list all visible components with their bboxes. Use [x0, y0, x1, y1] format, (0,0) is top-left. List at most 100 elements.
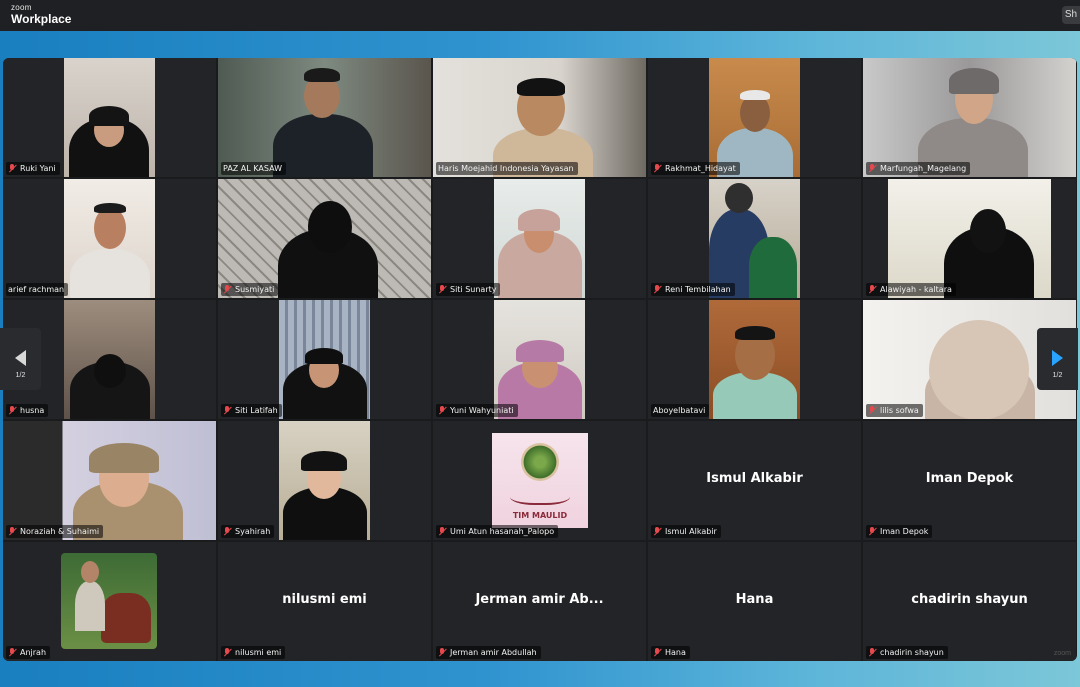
participant-display-name: chadirin shayun: [911, 592, 1028, 607]
muted-mic-icon: [438, 648, 447, 657]
participant-video: [494, 300, 585, 419]
title-bar: zoom Workplace Sh: [0, 0, 1080, 31]
participant-name: Iman Depok: [880, 527, 929, 536]
participant-name-tag: Rakhmat_Hidayat: [651, 162, 740, 175]
participant-tile[interactable]: chadirin shayun chadirin shayun: [863, 542, 1076, 661]
participant-tile[interactable]: Anjrah: [3, 542, 216, 661]
page-indicator: 1/2: [1052, 372, 1063, 379]
participant-tile[interactable]: Aboyelbatavi: [648, 300, 861, 419]
participant-name-tag: arief rachman: [6, 283, 69, 296]
participant-name: Siti Latifah: [235, 406, 278, 415]
participant-tile[interactable]: Iman Depok Iman Depok: [863, 421, 1076, 540]
muted-mic-icon: [868, 164, 877, 173]
participant-name-tag: Yuni Wahyuniati: [436, 404, 518, 417]
participant-video: [494, 179, 585, 298]
participant-video: [218, 179, 431, 298]
next-page-button[interactable]: 1/2: [1037, 328, 1078, 390]
participant-name: Alawiyah - kaltara: [880, 285, 952, 294]
page-indicator: 1/2: [15, 372, 26, 379]
zoom-workplace-logo: zoom Workplace: [11, 3, 72, 26]
participant-video: [279, 421, 370, 540]
participant-tile[interactable]: Yuni Wahyuniati: [433, 300, 646, 419]
previous-page-button[interactable]: 1/2: [0, 328, 41, 390]
participant-tile[interactable]: Haris Moejahid Indonesia Yayasan: [433, 58, 646, 177]
participant-tile[interactable]: Reni Tembilahan: [648, 179, 861, 298]
participant-tile[interactable]: Susmiyati: [218, 179, 431, 298]
muted-mic-icon: [223, 285, 232, 294]
participant-video: [279, 300, 370, 419]
participant-tile[interactable]: Rakhmat_Hidayat: [648, 58, 861, 177]
chevron-left-icon: [15, 350, 26, 366]
participant-name: Reni Tembilahan: [665, 285, 731, 294]
participant-name-tag: Iman Depok: [866, 525, 933, 538]
participant-tile[interactable]: Alawiyah - kaltara: [863, 179, 1076, 298]
participant-tile[interactable]: TIM MAULID Umi Atun hasanah_Palopo: [433, 421, 646, 540]
participant-name-tag: Siti Latifah: [221, 404, 282, 417]
participant-video: [64, 179, 155, 298]
participant-name-tag: Marfungah_Magelang: [866, 162, 971, 175]
participant-name: PAZ AL KASAW: [223, 164, 283, 173]
participant-name: arief rachman: [8, 285, 65, 294]
participant-tile[interactable]: Syahirah: [218, 421, 431, 540]
logo-small-text: zoom: [11, 3, 32, 12]
muted-mic-icon: [653, 648, 662, 657]
participant-name: Rakhmat_Hidayat: [665, 164, 736, 173]
participant-name: nilusmi emi: [235, 648, 282, 657]
participant-name-tag: Anjrah: [6, 646, 51, 659]
participant-name-tag: husna: [6, 404, 49, 417]
participant-name-tag: Alawiyah - kaltara: [866, 283, 956, 296]
arabic-calligraphy-icon: [510, 485, 570, 505]
muted-mic-icon: [438, 527, 447, 536]
muted-mic-icon: [223, 648, 232, 657]
participant-tile[interactable]: nilusmi emi nilusmi emi: [218, 542, 431, 661]
participant-name: Ismul Alkabir: [665, 527, 717, 536]
chevron-right-icon: [1052, 350, 1063, 366]
participant-name-tag: Susmiyati: [221, 283, 279, 296]
participant-tile[interactable]: arief rachman: [3, 179, 216, 298]
muted-mic-icon: [8, 164, 17, 173]
participant-name: Aboyelbatavi: [653, 406, 706, 415]
participant-name-tag: Hana: [651, 646, 690, 659]
participant-name: Yuni Wahyuniati: [450, 406, 514, 415]
participant-video: [218, 58, 431, 177]
participant-tile-active-speaker[interactable]: PAZ AL KASAW: [218, 58, 431, 177]
participant-name: Noraziah & Suhaimi: [20, 527, 100, 536]
participant-name-tag: Umi Atun hasanah_Palopo: [436, 525, 559, 538]
logo-big-text: Workplace: [11, 12, 72, 26]
participant-name: chadirin shayun: [880, 648, 944, 657]
participant-name: Anjrah: [20, 648, 47, 657]
participant-name: Haris Moejahid Indonesia Yayasan: [438, 164, 574, 173]
participant-name: Ruki Yani: [20, 164, 56, 173]
participant-name-tag: Noraziah & Suhaimi: [6, 525, 104, 538]
participant-tile[interactable]: Ruki Yani: [3, 58, 216, 177]
participant-tile[interactable]: Marfungah_Magelang: [863, 58, 1076, 177]
participant-profile-picture: TIM MAULID: [492, 433, 588, 528]
participant-name: Susmiyati: [235, 285, 275, 294]
muted-mic-icon: [868, 527, 877, 536]
gallery-view: Ruki Yani PAZ AL KASAW Haris Moejahid In…: [3, 58, 1077, 661]
participant-video: [64, 58, 155, 177]
participant-tile[interactable]: Noraziah & Suhaimi: [3, 421, 216, 540]
muted-mic-icon: [868, 648, 877, 657]
participant-tile[interactable]: Hana Hana: [648, 542, 861, 661]
participant-name-tag: Haris Moejahid Indonesia Yayasan: [436, 162, 578, 175]
participant-name: Umi Atun hasanah_Palopo: [450, 527, 555, 536]
participant-tile[interactable]: Siti Latifah: [218, 300, 431, 419]
muted-mic-icon: [438, 285, 447, 294]
muted-mic-icon: [223, 527, 232, 536]
participant-video: [888, 179, 1051, 298]
top-right-button[interactable]: Sh: [1062, 6, 1080, 24]
muted-mic-icon: [653, 164, 662, 173]
participant-display-name: Ismul Alkabir: [706, 471, 803, 486]
participant-tile[interactable]: Siti Sunarty: [433, 179, 646, 298]
participant-name-tag: nilusmi emi: [221, 646, 286, 659]
muted-mic-icon: [223, 406, 232, 415]
muted-mic-icon: [438, 406, 447, 415]
zoom-watermark: zoom: [1053, 650, 1071, 657]
participant-tile[interactable]: Jerman amir Ab... Jerman amir Abdullah: [433, 542, 646, 661]
participant-name: lilis sofwa: [880, 406, 919, 415]
participant-tile[interactable]: Ismul Alkabir Ismul Alkabir: [648, 421, 861, 540]
participant-name-tag: Reni Tembilahan: [651, 283, 735, 296]
participant-display-name: Jerman amir Ab...: [475, 592, 604, 607]
participant-name-tag: Jerman amir Abdullah: [436, 646, 541, 659]
